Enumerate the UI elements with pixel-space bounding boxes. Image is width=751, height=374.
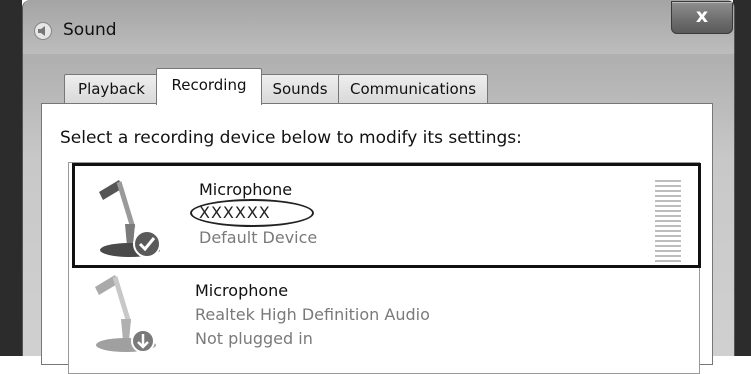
- desktop-edge-right: [733, 0, 751, 356]
- device-status: Not plugged in: [195, 329, 313, 348]
- recording-panel: Select a recording device below to modif…: [41, 103, 713, 374]
- recording-device-list[interactable]: Microphone XXXXXX Default Device Microph…: [68, 162, 701, 374]
- device-name: Microphone: [195, 281, 289, 300]
- instruction-text: Select a recording device below to modif…: [60, 128, 522, 148]
- tab-sounds[interactable]: Sounds: [260, 74, 340, 103]
- device-name: Microphone: [199, 180, 293, 199]
- tab-playback[interactable]: Playback: [64, 74, 159, 103]
- speaker-icon: [34, 22, 52, 40]
- window-title: Sound: [63, 20, 117, 40]
- tab-recording[interactable]: Recording: [156, 68, 262, 105]
- device-item-realtek-microphone[interactable]: Microphone Realtek High Definition Audio…: [71, 269, 697, 367]
- device-item-default-microphone[interactable]: Microphone XXXXXX Default Device: [72, 163, 701, 268]
- device-description: Realtek High Definition Audio: [195, 305, 430, 324]
- tab-communications[interactable]: Communications: [338, 74, 488, 103]
- close-button[interactable]: x: [671, 1, 733, 34]
- device-status: Default Device: [199, 228, 318, 247]
- microphone-icon: [95, 275, 156, 353]
- microphone-icon: [99, 180, 161, 258]
- title-bar[interactable]: Sound x: [23, 0, 734, 54]
- level-meter: [655, 180, 681, 262]
- checkmark-icon: [133, 230, 161, 258]
- highlight-oval: [190, 199, 314, 227]
- down-arrow-icon: [131, 329, 155, 353]
- desktop-edge-left: [0, 0, 22, 356]
